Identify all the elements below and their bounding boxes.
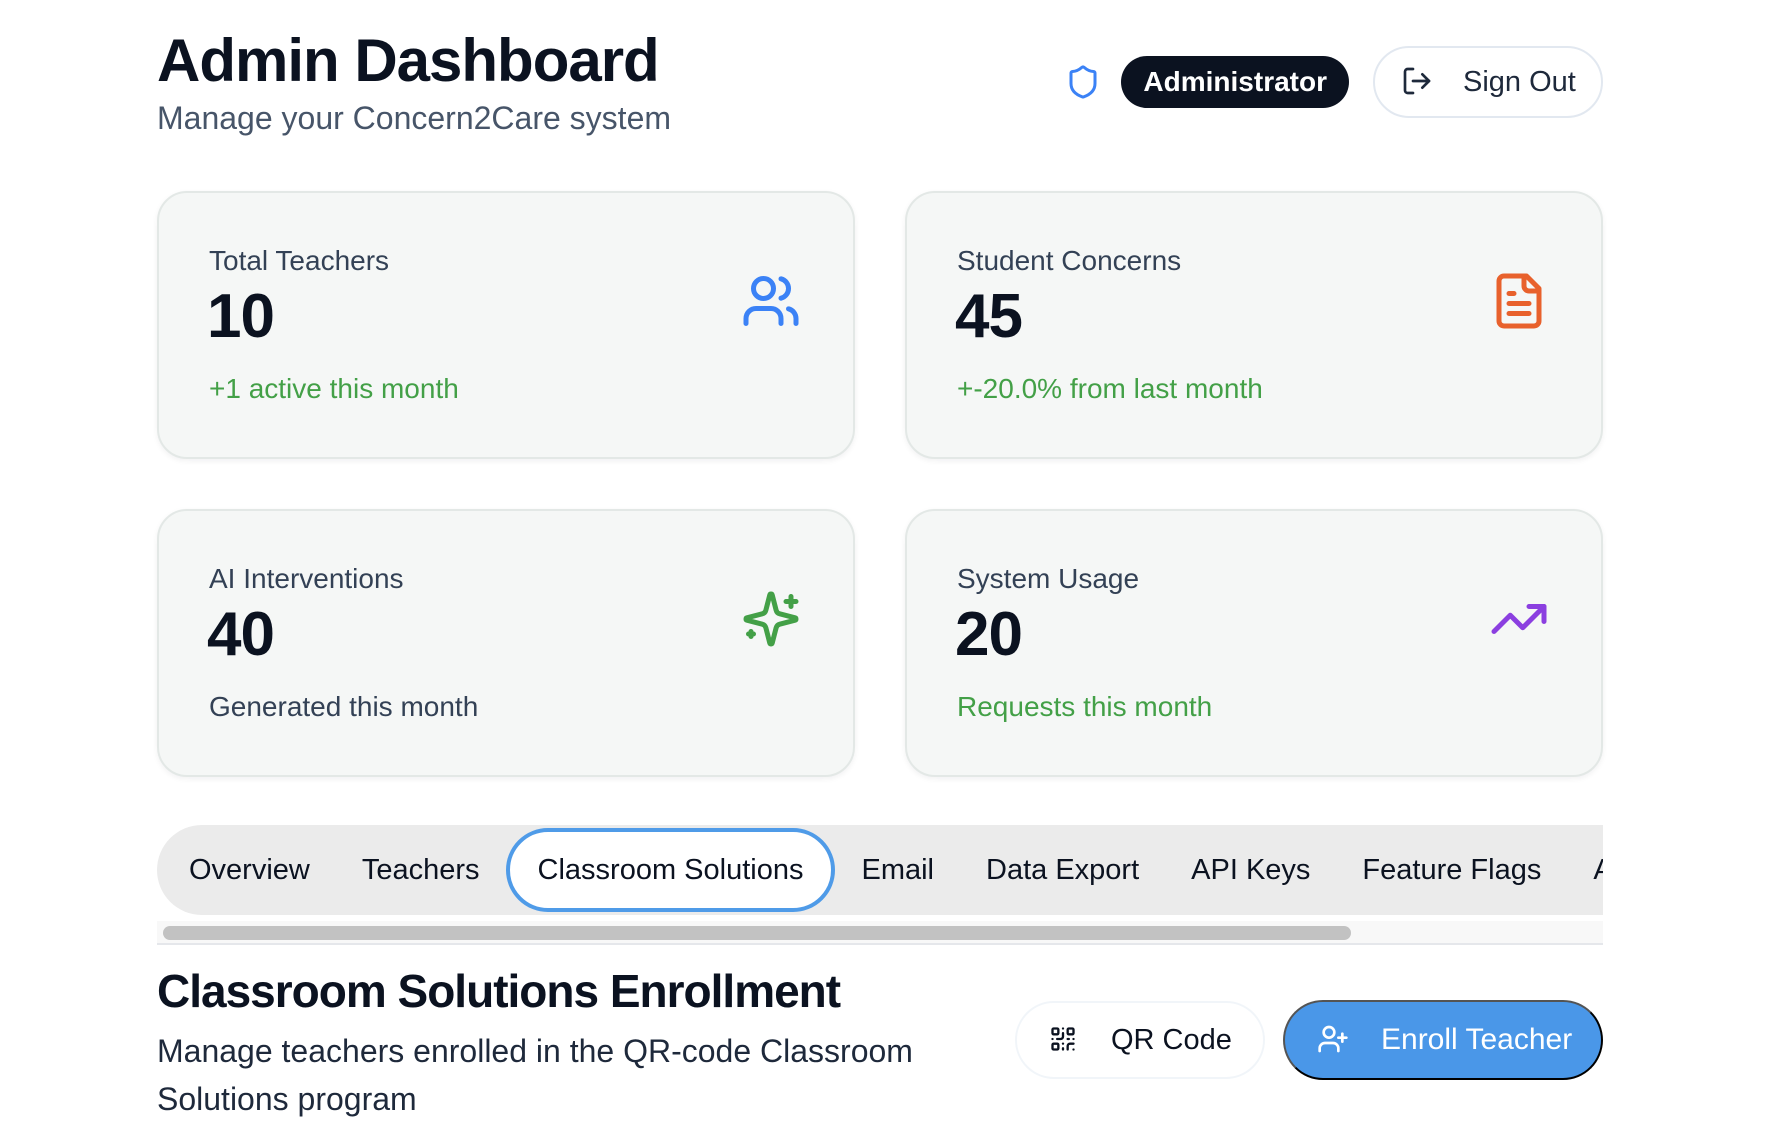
tab-feature-flags[interactable]: Feature Flags [1336, 828, 1567, 912]
tab-api-keys[interactable]: API Keys [1165, 828, 1336, 912]
role-badge: Administrator [1121, 56, 1349, 108]
stat-card-ai-interventions: AI Interventions 40 Generated this month [157, 509, 855, 777]
stat-note: Requests this month [957, 691, 1213, 722]
stat-note: +-20.0% from last month [957, 373, 1263, 404]
tab-list: Overview Teachers Classroom Solutions Em… [157, 825, 1603, 915]
scrollbar-thumb[interactable] [163, 926, 1351, 940]
qr-code-icon [1049, 1025, 1079, 1055]
stat-card-total-teachers: Total Teachers 10 +1 active this month [157, 191, 855, 459]
tab-classroom-solutions[interactable]: Classroom Solutions [505, 828, 836, 912]
tab-overview[interactable]: Overview [163, 828, 336, 912]
tabs-scrollbar[interactable] [157, 921, 1603, 943]
stat-value: 20 [955, 600, 1023, 669]
tab-data-export[interactable]: Data Export [960, 828, 1165, 912]
enroll-teacher-label: Enroll Teacher [1381, 1023, 1573, 1056]
users-icon [739, 269, 803, 333]
stat-card-student-concerns: Student Concerns 45 +-20.0% from last mo… [905, 191, 1603, 459]
section-description: Manage teachers enrolled in the QR-code … [157, 1033, 913, 1117]
file-text-icon [1487, 269, 1551, 333]
stat-value: 10 [207, 282, 275, 351]
page-title: Admin Dashboard [157, 27, 660, 94]
tab-truncated[interactable]: A [1567, 828, 1603, 912]
user-plus-icon [1317, 1023, 1351, 1057]
section-title: Classroom Solutions Enrollment [157, 965, 841, 1017]
stat-note: +1 active this month [209, 373, 459, 404]
enroll-teacher-button[interactable]: Enroll Teacher [1283, 1000, 1603, 1080]
stat-label: Student Concerns [957, 245, 1182, 276]
log-out-icon [1401, 65, 1435, 99]
qr-code-button[interactable]: QR Code [1015, 1001, 1265, 1079]
sign-out-label: Sign Out [1463, 65, 1576, 98]
sparkles-icon [739, 587, 803, 651]
page-subtitle: Manage your Concern2Care system [157, 100, 672, 136]
header-actions: Administrator Sign Out [1063, 46, 1603, 118]
qr-code-label: QR Code [1111, 1023, 1232, 1056]
stat-value: 45 [955, 282, 1023, 351]
trending-up-icon [1487, 587, 1551, 651]
tab-teachers[interactable]: Teachers [336, 828, 506, 912]
dashboard-container: Admin Dashboard Manage your Concern2Care… [157, 0, 1603, 1132]
stat-label: Total Teachers [209, 245, 390, 276]
sign-out-button[interactable]: Sign Out [1373, 46, 1603, 118]
stat-label: AI Interventions [209, 563, 404, 594]
tab-email[interactable]: Email [835, 828, 960, 912]
stat-label: System Usage [957, 563, 1140, 594]
stat-note: Generated this month [209, 691, 479, 722]
stat-card-system-usage: System Usage 20 Requests this month [905, 509, 1603, 777]
tabs-container: Overview Teachers Classroom Solutions Em… [157, 825, 1603, 945]
stat-value: 40 [207, 600, 275, 669]
shield-icon [1063, 62, 1103, 102]
